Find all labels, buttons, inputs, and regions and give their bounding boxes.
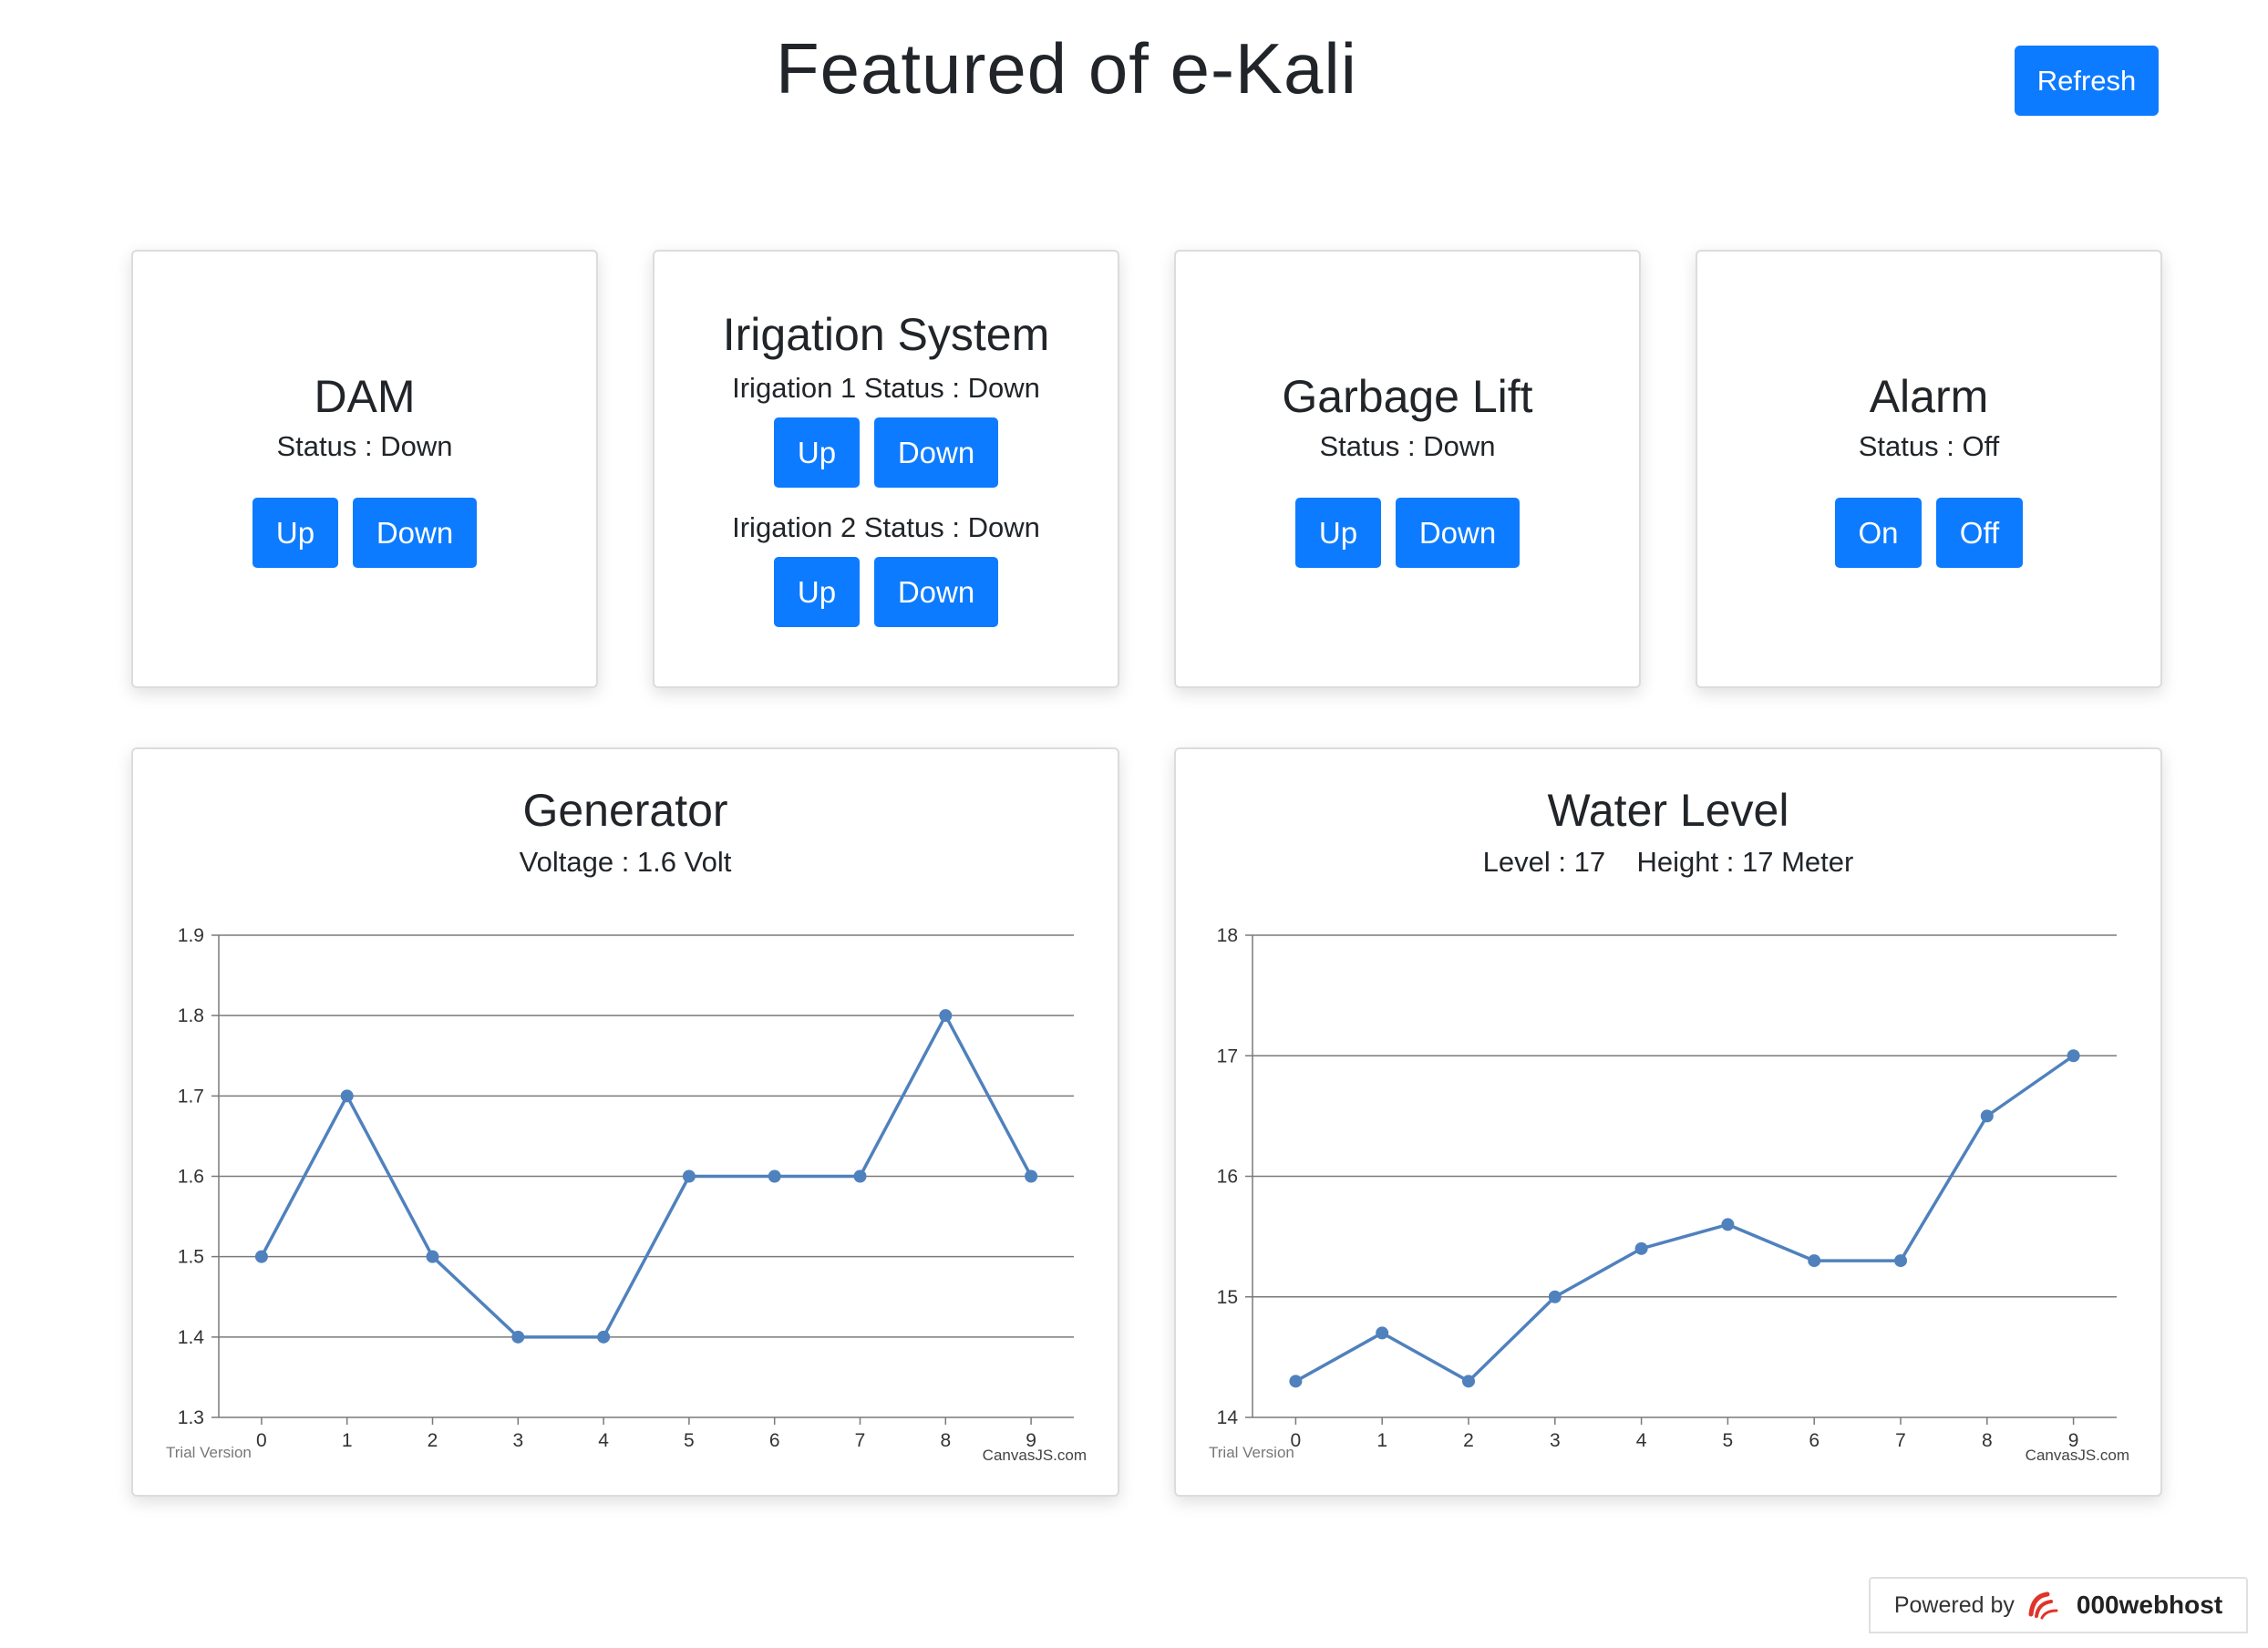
- generator-data-point[interactable]: [254, 1250, 268, 1263]
- generator-data-point[interactable]: [1025, 1169, 1038, 1183]
- alarm-title: Alarm: [1869, 371, 1989, 422]
- generator-data-point[interactable]: [511, 1330, 525, 1344]
- irrigation-2-status: Irigation 2 Status : Down: [732, 511, 1040, 543]
- water-level-x-tick-label: 3: [1550, 1430, 1561, 1451]
- generator-y-tick-label: 1.8: [178, 1005, 204, 1026]
- water-level-y-tick-label: 16: [1217, 1167, 1238, 1188]
- irrigation-title: Irigation System: [722, 309, 1050, 360]
- irrigation-1-down-button[interactable]: Down: [874, 417, 998, 488]
- generator-data-point[interactable]: [939, 1009, 953, 1023]
- generator-y-tick-label: 1.5: [178, 1247, 204, 1268]
- garbage-lift-status: Status : Down: [1319, 430, 1496, 462]
- generator-line-chart: Trial Version CanvasJS.com 1.31.41.51.61…: [166, 925, 1087, 1464]
- garbage-lift-title: Garbage Lift: [1282, 371, 1533, 422]
- water-level-card: Water Level Level : 17 Height : 17 Meter…: [1174, 747, 2162, 1497]
- water-level-x-tick-label: 0: [1291, 1430, 1302, 1451]
- dam-up-button[interactable]: Up: [253, 498, 338, 568]
- water-level-data-point[interactable]: [1980, 1109, 1994, 1123]
- generator-x-tick-label: 6: [769, 1430, 780, 1451]
- generator-x-tick-label: 5: [684, 1430, 695, 1451]
- water-level-data-point[interactable]: [1289, 1375, 1303, 1388]
- irrigation-card: Irigation System Irigation 1 Status : Do…: [653, 250, 1119, 688]
- water-level-y-tick-label: 17: [1217, 1045, 1238, 1066]
- garbage-lift-card: Garbage Lift Status : Down Up Down: [1174, 250, 1641, 688]
- water-level-line-chart: Trial Version CanvasJS.com 14151617180 1 2…: [1209, 925, 2129, 1464]
- dam-card: DAM Status : Down Up Down: [131, 250, 598, 688]
- generator-watermark-left: Trial Version: [166, 1444, 252, 1461]
- generator-y-tick-label: 1.4: [178, 1327, 205, 1348]
- generator-data-point[interactable]: [768, 1169, 781, 1183]
- alarm-card: Alarm Status : Off On Off: [1696, 250, 2162, 688]
- water-level-series-line: [1294, 1054, 2075, 1384]
- webhost-brand: 000webhost: [2076, 1591, 2223, 1619]
- water-level-y-tick-label: 18: [1217, 925, 1238, 946]
- generator-x-tick-label: 1: [342, 1430, 353, 1451]
- powered-by-badge[interactable]: Powered by 000webhost: [1869, 1577, 2248, 1633]
- water-level-data-point[interactable]: [1721, 1218, 1735, 1231]
- generator-card: Generator Voltage : 1.6 Volt Trial Versi…: [131, 747, 1119, 1497]
- dam-title: DAM: [314, 371, 416, 422]
- water-level-data-point[interactable]: [1894, 1254, 1907, 1268]
- generator-y-tick-label: 1.3: [178, 1407, 204, 1428]
- water-level-data-point[interactable]: [1462, 1375, 1475, 1388]
- refresh-button[interactable]: Refresh: [2015, 46, 2159, 116]
- irrigation-2-up-button[interactable]: Up: [774, 557, 860, 627]
- water-level-x-tick-label: 5: [1723, 1430, 1734, 1451]
- generator-data-point[interactable]: [597, 1330, 611, 1344]
- webhost-logo-icon: [2028, 1591, 2058, 1620]
- generator-x-tick-label: 2: [428, 1430, 438, 1451]
- generator-y-tick-label: 1.6: [178, 1167, 204, 1188]
- generator-data-point[interactable]: [682, 1169, 696, 1183]
- water-level-data-point[interactable]: [1634, 1241, 1648, 1255]
- water-level-x-tick-label: 6: [1809, 1430, 1820, 1451]
- water-level-x-tick-label: 1: [1376, 1430, 1387, 1451]
- generator-y-tick-label: 1.9: [178, 925, 204, 946]
- water-watermark-left: Trial Version: [1209, 1444, 1294, 1461]
- generator-x-tick-label: 4: [598, 1430, 609, 1451]
- generator-x-tick-label: 3: [512, 1430, 523, 1451]
- water-level-x-tick-label: 2: [1463, 1430, 1474, 1451]
- page-title: Featured of e-Kali: [775, 28, 1357, 108]
- alarm-on-button[interactable]: On: [1835, 498, 1922, 568]
- generator-x-tick-label: 9: [1026, 1430, 1036, 1451]
- dam-down-button[interactable]: Down: [353, 498, 477, 568]
- generator-x-tick-label: 0: [256, 1430, 267, 1451]
- water-level-data-point[interactable]: [2067, 1049, 2080, 1063]
- water-level-data-point[interactable]: [1808, 1254, 1821, 1268]
- alarm-off-button[interactable]: Off: [1936, 498, 2023, 568]
- irrigation-1-up-button[interactable]: Up: [774, 417, 860, 488]
- water-level-x-tick-label: 9: [2068, 1430, 2079, 1451]
- water-level-x-tick-label: 8: [1982, 1430, 1993, 1451]
- generator-data-point[interactable]: [426, 1250, 439, 1263]
- irrigation-2-down-button[interactable]: Down: [874, 557, 998, 627]
- water-level-data-point[interactable]: [1548, 1290, 1562, 1303]
- generator-x-tick-label: 7: [855, 1430, 866, 1451]
- irrigation-1-status: Irigation 1 Status : Down: [732, 372, 1040, 404]
- water-level-x-tick-label: 4: [1636, 1430, 1647, 1451]
- garbage-lift-down-button[interactable]: Down: [1396, 498, 1520, 568]
- water-level-data-point[interactable]: [1376, 1326, 1389, 1340]
- generator-x-tick-label: 8: [940, 1430, 951, 1451]
- powered-by-label: Powered by: [1893, 1591, 2015, 1618]
- dam-status: Status : Down: [276, 430, 453, 462]
- garbage-lift-up-button[interactable]: Up: [1295, 498, 1381, 568]
- generator-data-point[interactable]: [340, 1089, 354, 1103]
- water-level-x-tick-label: 7: [1895, 1430, 1906, 1451]
- water-level-y-tick-label: 15: [1217, 1287, 1238, 1308]
- water-level-y-tick-label: 14: [1217, 1407, 1239, 1428]
- generator-y-tick-label: 1.7: [178, 1086, 204, 1107]
- generator-data-point[interactable]: [853, 1169, 867, 1183]
- alarm-status: Status : Off: [1858, 430, 2000, 462]
